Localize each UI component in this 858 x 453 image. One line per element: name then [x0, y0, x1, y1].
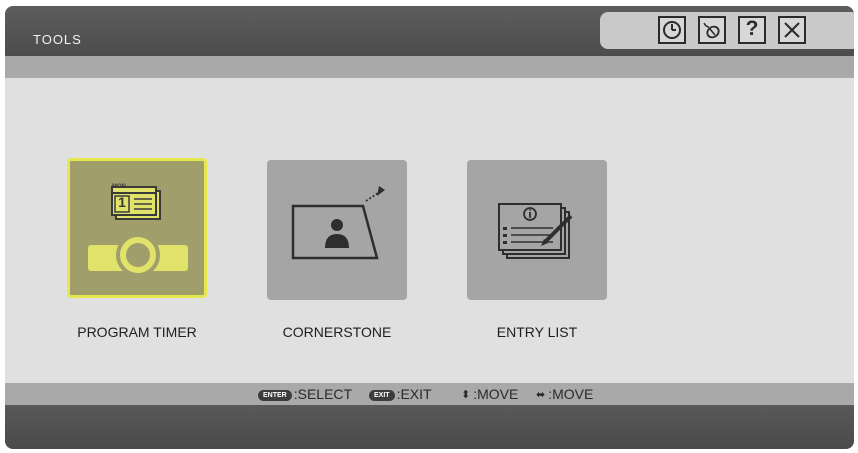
cornerstone-tile[interactable] [267, 160, 407, 300]
mouse-icon[interactable] [698, 16, 726, 44]
tools-menu-window: TOOLS ? MON 1 PROGRAM TIMER CORNERSTONE … [5, 6, 854, 449]
timer-icon[interactable] [658, 16, 686, 44]
header-band [5, 56, 854, 78]
hint-move-horizontal: ⬌:MOVE [536, 386, 593, 402]
hint-exit-text: :EXIT [396, 386, 432, 402]
program-timer-tile[interactable]: MON 1 [67, 158, 207, 298]
toolbar-panel: ? [600, 12, 854, 49]
program-timer-label: PROGRAM TIMER [77, 324, 197, 340]
bottom-bar [5, 405, 854, 449]
hint-select-text: :SELECT [293, 386, 353, 402]
help-icon[interactable]: ? [738, 16, 766, 44]
tools-grid: MON 1 PROGRAM TIMER CORNERSTONE ENTRY LI… [5, 78, 854, 383]
calendar-day-text: MON [112, 184, 126, 190]
hint-move-vertical-text: :MOVE [473, 386, 519, 402]
exit-key-icon: EXIT [369, 390, 395, 401]
program-timer-icon [88, 186, 188, 277]
hint-select: ENTER:SELECT [258, 386, 352, 402]
left-right-arrow-icon: ⬌ [536, 389, 546, 401]
enter-key-icon: ENTER [258, 390, 292, 401]
hint-move-horizontal-text: :MOVE [548, 386, 594, 402]
hint-move-vertical: ⬍:MOVE [461, 386, 518, 402]
title-bar: TOOLS ? [5, 6, 854, 56]
entry-list-tile[interactable] [467, 160, 607, 300]
hint-exit: EXIT:EXIT [369, 386, 432, 402]
entry-list-label: ENTRY LIST [496, 324, 578, 340]
calendar-date-text: 1 [118, 194, 126, 210]
cornerstone-label: CORNERSTONE [282, 324, 392, 340]
menu-title: TOOLS [33, 32, 82, 47]
help-glyph: ? [745, 17, 759, 40]
up-down-arrow-icon: ⬍ [461, 389, 471, 401]
cornerstone-icon [291, 186, 385, 260]
entry-list-icon [498, 203, 573, 259]
close-icon[interactable] [778, 16, 806, 44]
key-hint-bar: ENTER:SELECT EXIT:EXIT ⬍:MOVE ⬌:MOVE [5, 383, 854, 405]
